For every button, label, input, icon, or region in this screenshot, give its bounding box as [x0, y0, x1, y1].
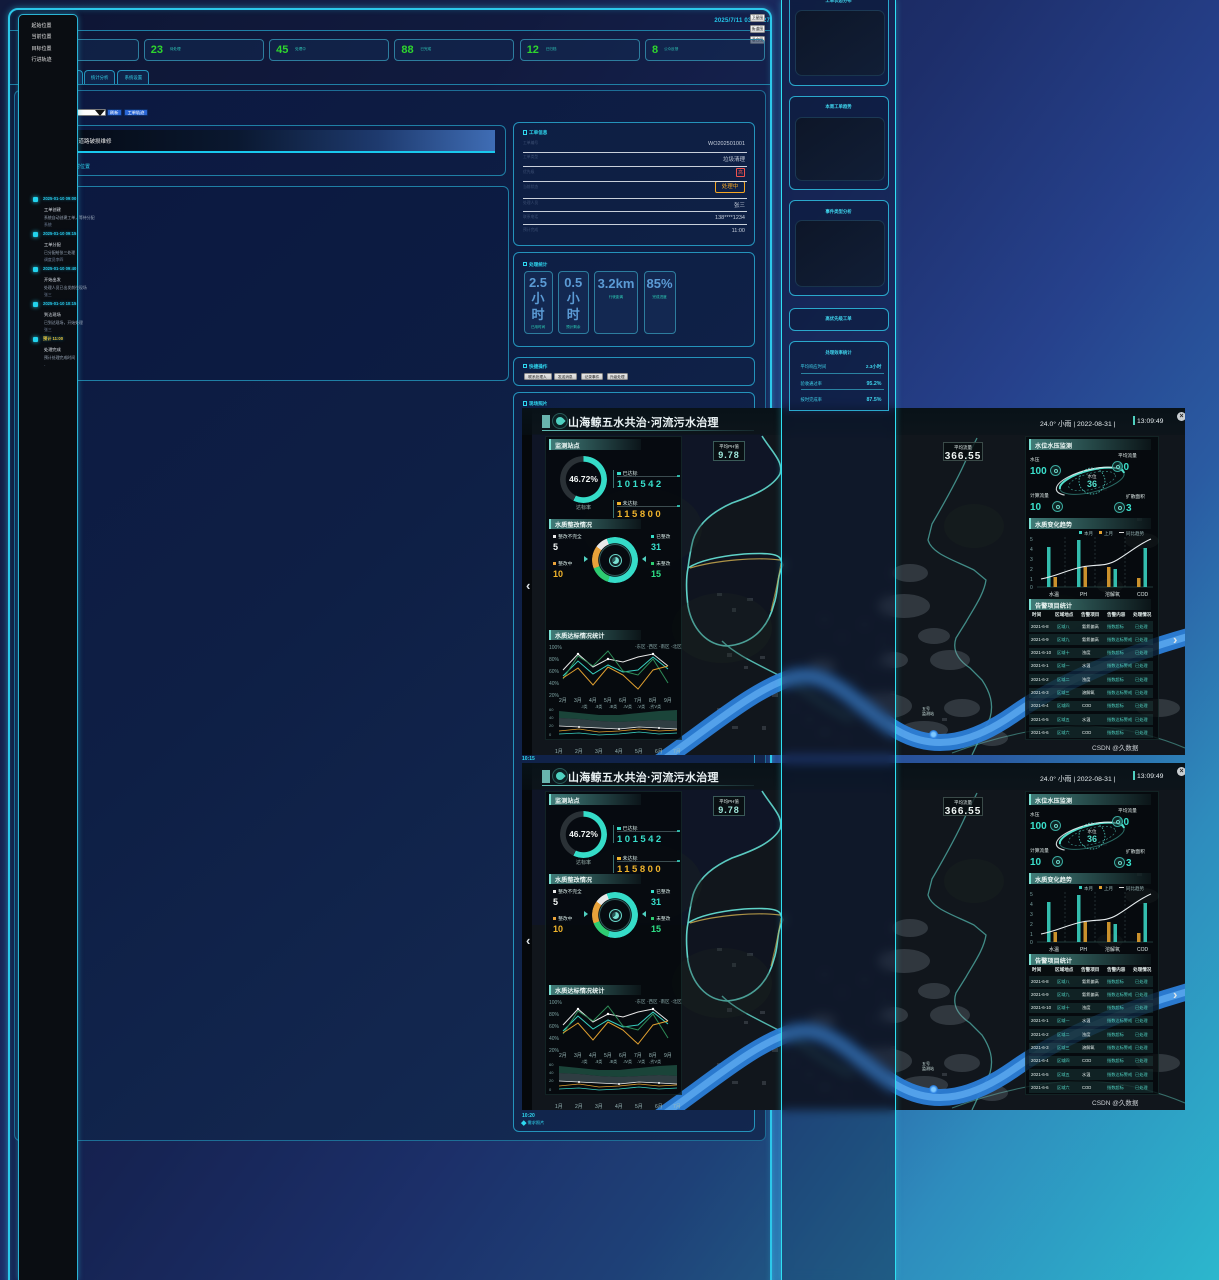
svg-text:-Ⅳ类: -Ⅳ类 — [623, 1058, 632, 1064]
svg-text:36: 36 — [1087, 479, 1097, 489]
svg-text:-东区: -东区 — [635, 643, 646, 649]
svg-text:上月: 上月 — [1104, 530, 1113, 537]
svg-text:-Ⅰ类: -Ⅰ类 — [581, 703, 588, 709]
svg-text:6月: 6月 — [655, 749, 663, 755]
svg-text:水温: 水温 — [1049, 591, 1059, 598]
svg-text:0: 0 — [549, 1087, 552, 1092]
svg-text:80%: 80% — [549, 657, 560, 663]
svg-text:1月: 1月 — [555, 749, 563, 755]
svg-text:-南区: -南区 — [659, 998, 670, 1004]
svg-text:溶解氧: 溶解氧 — [1105, 591, 1120, 598]
svg-text:40%: 40% — [549, 1036, 560, 1042]
svg-text:本月: 本月 — [1084, 885, 1093, 892]
svg-text:同比趋势: 同比趋势 — [1126, 530, 1144, 537]
svg-text:-Ⅲ类: -Ⅲ类 — [609, 703, 617, 709]
svg-text:-劣Ⅴ类: -劣Ⅴ类 — [649, 703, 661, 709]
svg-text:水温: 水温 — [1049, 946, 1059, 953]
svg-text:-Ⅴ类: -Ⅴ类 — [637, 1058, 645, 1064]
svg-text:6月: 6月 — [655, 1104, 663, 1110]
svg-text:本月: 本月 — [1084, 530, 1093, 537]
svg-text:同比趋势: 同比趋势 — [1126, 885, 1144, 892]
svg-text:1: 1 — [1030, 932, 1033, 938]
svg-text:-西区: -西区 — [647, 644, 658, 650]
svg-text:2月: 2月 — [575, 1104, 583, 1110]
svg-text:60%: 60% — [549, 1024, 560, 1030]
svg-text:上月: 上月 — [1104, 885, 1113, 892]
svg-text:20: 20 — [549, 1078, 554, 1083]
svg-text:-北区: -北区 — [671, 998, 682, 1005]
svg-text:0: 0 — [1030, 585, 1033, 591]
svg-text:-西区: -西区 — [647, 999, 658, 1005]
svg-text:PH: PH — [1080, 947, 1087, 953]
svg-text:3: 3 — [1030, 912, 1033, 918]
svg-text:20%: 20% — [549, 1048, 560, 1054]
svg-text:3月: 3月 — [595, 1104, 603, 1110]
svg-text:40: 40 — [549, 715, 554, 720]
svg-text:1月: 1月 — [555, 1104, 563, 1110]
svg-text:COD: COD — [1137, 592, 1149, 598]
svg-text:5: 5 — [1030, 892, 1033, 898]
svg-text:3月: 3月 — [595, 749, 603, 755]
svg-text:20%: 20% — [549, 693, 560, 699]
svg-text:5月: 5月 — [635, 1104, 643, 1110]
svg-text:-Ⅱ类: -Ⅱ类 — [595, 1058, 602, 1064]
svg-text:40%: 40% — [549, 681, 560, 687]
svg-text:溶解氧: 溶解氧 — [1105, 946, 1120, 953]
svg-text:4月: 4月 — [615, 749, 623, 755]
svg-text:2: 2 — [1030, 567, 1033, 573]
svg-text:5: 5 — [1030, 537, 1033, 543]
svg-text:-东区: -东区 — [635, 998, 646, 1004]
svg-text:COD: COD — [1137, 947, 1149, 953]
svg-text:7月: 7月 — [673, 749, 681, 755]
svg-text:-Ⅰ类: -Ⅰ类 — [581, 1058, 588, 1064]
svg-text:-Ⅱ类: -Ⅱ类 — [595, 703, 602, 709]
svg-text:4月: 4月 — [615, 1104, 623, 1110]
svg-text:4: 4 — [1030, 547, 1033, 553]
svg-text:60%: 60% — [549, 669, 560, 675]
svg-text:40: 40 — [549, 1070, 554, 1075]
svg-text:5月: 5月 — [635, 749, 643, 755]
svg-text:3: 3 — [1030, 557, 1033, 563]
svg-text:4: 4 — [1030, 902, 1033, 908]
svg-text:36: 36 — [1087, 834, 1097, 844]
svg-text:7月: 7月 — [673, 1104, 681, 1110]
svg-text:0: 0 — [549, 732, 552, 737]
svg-text:0: 0 — [1030, 940, 1033, 946]
svg-text:-Ⅳ类: -Ⅳ类 — [623, 703, 632, 709]
svg-text:-Ⅴ类: -Ⅴ类 — [637, 703, 645, 709]
svg-text:-北区: -北区 — [671, 643, 682, 650]
svg-text:-Ⅲ类: -Ⅲ类 — [609, 1058, 617, 1064]
svg-text:60: 60 — [549, 1062, 554, 1067]
svg-text:PH: PH — [1080, 592, 1087, 598]
svg-text:2月: 2月 — [575, 749, 583, 755]
svg-text:100%: 100% — [549, 645, 562, 651]
svg-text:20: 20 — [549, 723, 554, 728]
svg-text:1: 1 — [1030, 577, 1033, 583]
svg-text:-南区: -南区 — [659, 643, 670, 649]
svg-text:2: 2 — [1030, 922, 1033, 928]
svg-text:-劣Ⅴ类: -劣Ⅴ类 — [649, 1058, 661, 1064]
svg-text:100%: 100% — [549, 1000, 562, 1006]
svg-text:80%: 80% — [549, 1012, 560, 1018]
svg-text:60: 60 — [549, 707, 554, 712]
